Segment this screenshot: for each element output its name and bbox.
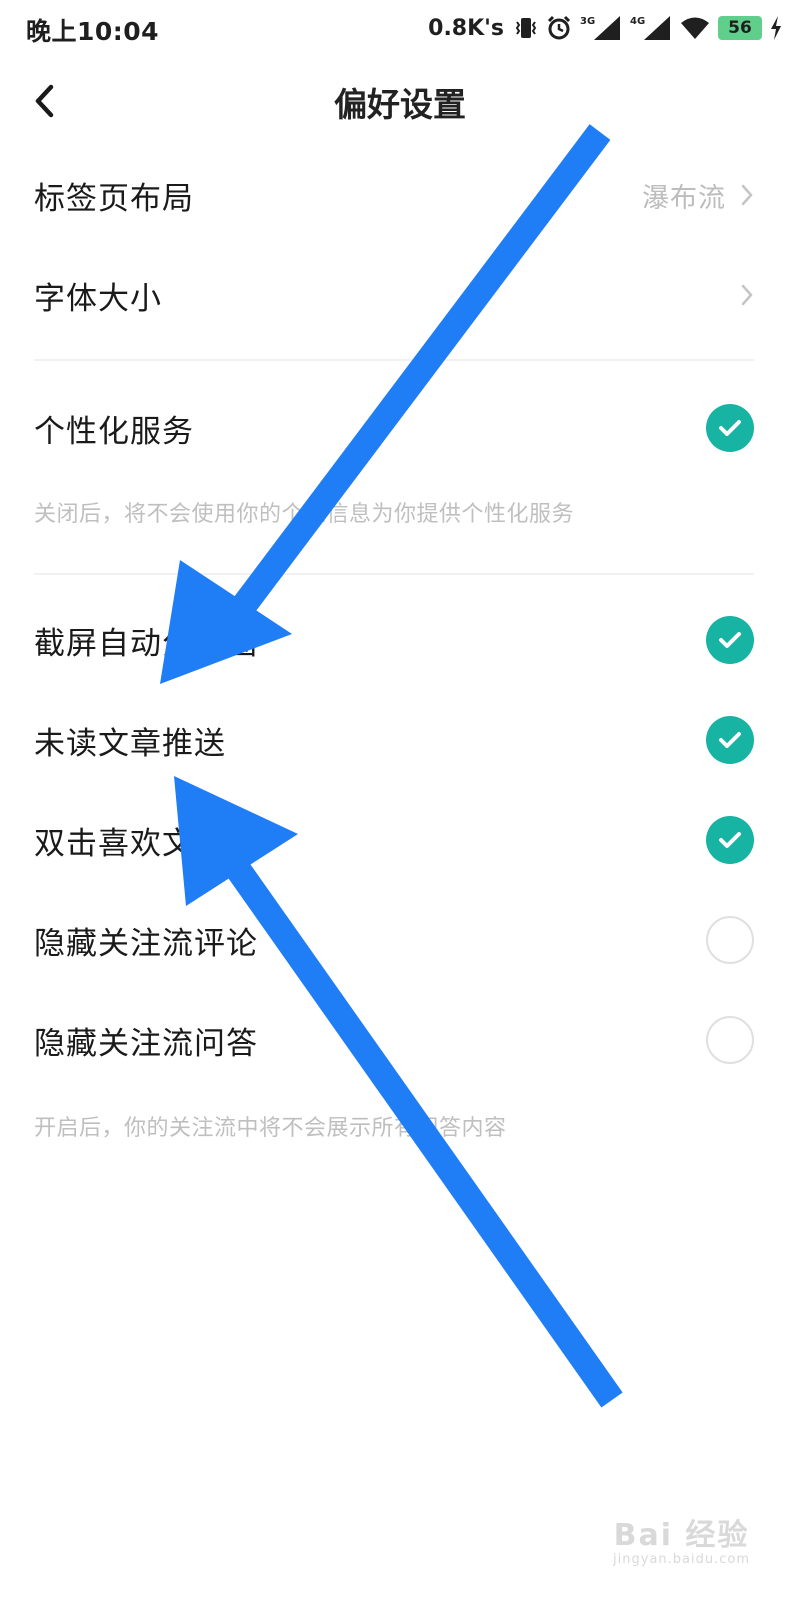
setting-label: 隐藏关注流问答 <box>34 1025 258 1062</box>
setting-value-group <box>740 283 754 307</box>
baidu-jingyan-watermark: Bai 经验 jingyan.baidu.com <box>613 1510 750 1567</box>
setting-value: 瀑布流 <box>642 182 726 214</box>
chevron-right-icon <box>741 284 753 306</box>
screen: 晚上10:04 0.8K's 3G 4G 56 偏好设置 标签页布局 瀑布流 字… <box>0 0 800 1600</box>
status-time: 晚上10:04 <box>26 17 160 46</box>
checkbox-checked[interactable] <box>706 616 754 664</box>
section-divider <box>34 573 754 575</box>
setting-row-screenshot-share[interactable]: 截屏自动分享图 <box>34 590 754 690</box>
network-speed: 0.8K's <box>428 15 504 41</box>
signal-4g-icon: 4G <box>630 14 672 42</box>
chevron-right-icon <box>741 184 753 206</box>
checkbox-checked[interactable] <box>706 816 754 864</box>
checkbox-checked[interactable] <box>706 716 754 764</box>
checkmark-icon <box>719 732 741 748</box>
svg-text:3G: 3G <box>580 16 595 27</box>
checkmark-icon <box>719 632 741 648</box>
setting-row-personalized[interactable]: 个性化服务 <box>34 378 754 478</box>
setting-label: 双击喜欢文章 <box>34 825 226 862</box>
watermark-sub: jingyan.baidu.com <box>613 1552 750 1567</box>
checkmark-icon <box>719 420 741 436</box>
setting-row-font-size[interactable]: 字体大小 <box>34 245 754 345</box>
checkmark-icon <box>719 832 741 848</box>
checkbox-unchecked[interactable] <box>706 1016 754 1064</box>
setting-label: 未读文章推送 <box>34 725 226 762</box>
setting-value-group: 瀑布流 <box>642 176 754 215</box>
section-divider <box>34 359 754 361</box>
svg-text:4G: 4G <box>630 16 645 27</box>
setting-label: 字体大小 <box>34 280 162 317</box>
setting-label: 截屏自动分享图 <box>34 625 258 662</box>
wifi-icon <box>680 16 710 40</box>
checkbox-checked[interactable] <box>706 404 754 452</box>
personalized-hint: 关闭后，将不会使用你的个性信息为你提供个性化服务 <box>34 502 575 527</box>
battery-icon: 56 <box>718 16 762 40</box>
setting-row-double-tap-like[interactable]: 双击喜欢文章 <box>34 790 754 890</box>
checkbox-unchecked[interactable] <box>706 916 754 964</box>
charging-icon <box>770 16 782 40</box>
battery-level: 56 <box>728 18 752 38</box>
nav-bar: 偏好设置 <box>0 56 800 146</box>
setting-label: 隐藏关注流评论 <box>34 925 258 962</box>
alarm-icon <box>546 15 572 41</box>
status-bar: 晚上10:04 0.8K's 3G 4G 56 <box>0 0 800 56</box>
vibrate-icon <box>514 15 538 41</box>
signal-3g-icon: 3G <box>580 14 622 42</box>
hide-follow-qa-hint: 开启后，你的关注流中将不会展示所有问答内容 <box>34 1116 507 1141</box>
setting-row-hide-follow-comments[interactable]: 隐藏关注流评论 <box>34 890 754 990</box>
setting-label: 标签页布局 <box>34 180 194 217</box>
watermark-main: Bai 经验 <box>613 1518 750 1553</box>
setting-row-tab-layout[interactable]: 标签页布局 瀑布流 <box>34 145 754 245</box>
setting-row-unread-push[interactable]: 未读文章推送 <box>34 690 754 790</box>
setting-label: 个性化服务 <box>34 413 194 450</box>
page-title: 偏好设置 <box>334 85 466 124</box>
status-icons: 0.8K's 3G 4G 56 <box>428 10 782 46</box>
setting-row-hide-follow-qa[interactable]: 隐藏关注流问答 <box>34 990 754 1090</box>
